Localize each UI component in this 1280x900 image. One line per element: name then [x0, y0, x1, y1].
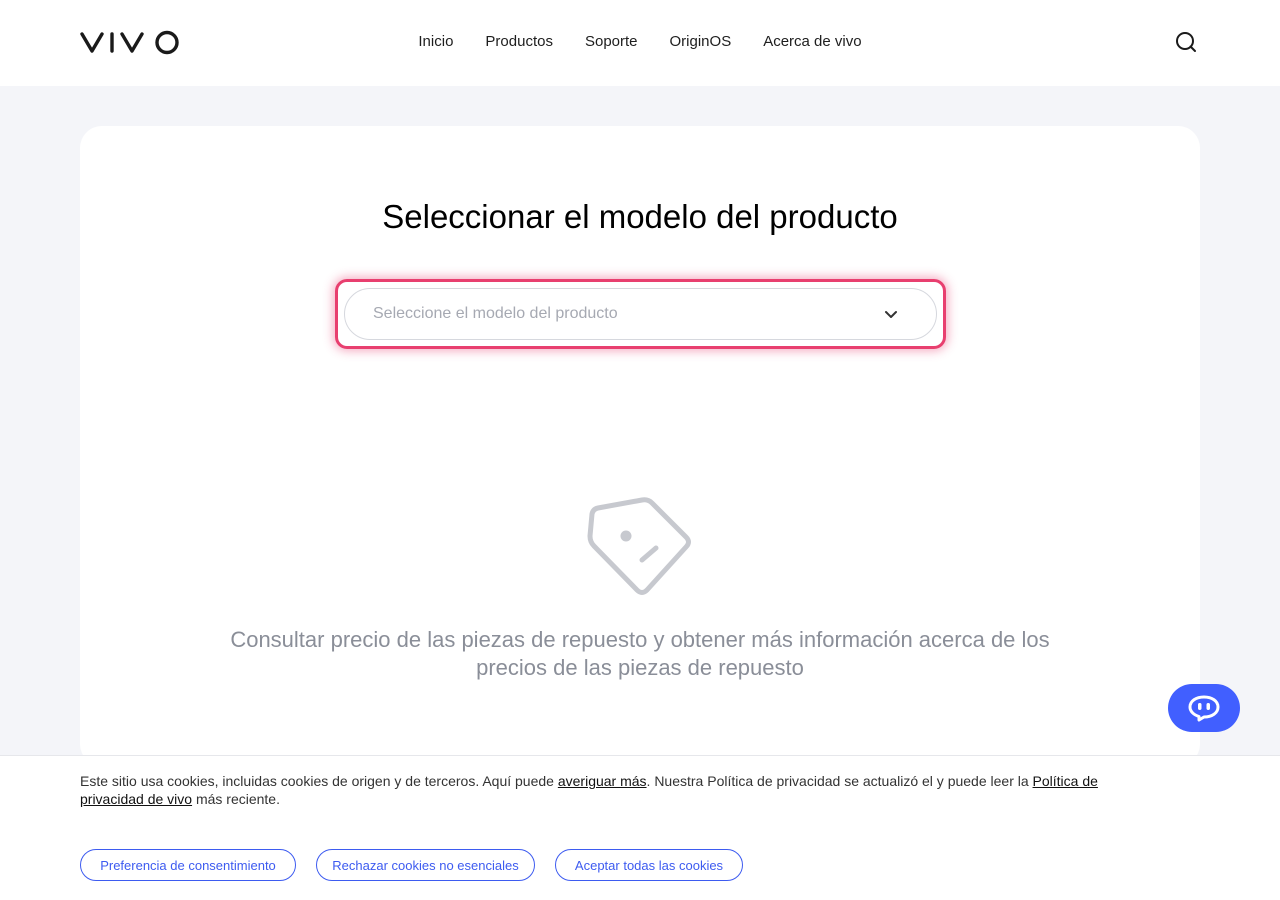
empty-text-line-2: precios de las piezas de repuesto	[476, 655, 804, 680]
cookie-message: Este sitio usa cookies, incluidas cookie…	[80, 772, 1140, 808]
page-title: Seleccionar el modelo del producto	[382, 198, 898, 235]
cookie-text-part-2: . Nuestra Política de privacidad se actu…	[646, 773, 1033, 789]
chat-assistant-button[interactable]	[1168, 684, 1240, 732]
nav-productos[interactable]: Productos	[485, 33, 553, 50]
nav-soporte[interactable]: Soporte	[585, 33, 638, 50]
consent-preferences-button[interactable]: Preferencia de consentimiento	[80, 849, 296, 881]
empty-state-text: Consultar precio de las piezas de repues…	[180, 626, 1100, 682]
product-select-card: Seleccionar el modelo del producto Selec…	[80, 126, 1200, 766]
select-placeholder: Seleccione el modelo del producto	[373, 305, 618, 322]
accept-cookies-button[interactable]: Aceptar todas las cookies	[555, 849, 743, 881]
learn-more-link[interactable]: averiguar más	[558, 773, 647, 789]
nav-originos[interactable]: OriginOS	[670, 33, 732, 50]
cookie-text-part-3: más reciente.	[192, 791, 280, 807]
site-header: Inicio Productos Soporte OriginOS Acerca…	[0, 0, 1280, 86]
nav-inicio[interactable]: Inicio	[418, 33, 453, 50]
chat-bot-icon	[1188, 695, 1220, 722]
nav-acerca-de-vivo[interactable]: Acerca de vivo	[763, 33, 861, 50]
reject-cookies-button[interactable]: Rechazar cookies no esenciales	[316, 849, 535, 881]
search-icon	[1176, 32, 1196, 52]
cookie-banner: Este sitio usa cookies, incluidas cookie…	[0, 755, 1280, 900]
empty-text-line-1: Consultar precio de las piezas de repues…	[230, 627, 1050, 652]
chevron-down-icon	[885, 311, 897, 318]
price-tag-icon	[587, 497, 691, 595]
search-button[interactable]	[1174, 30, 1198, 54]
main-nav: Inicio Productos Soporte OriginOS Acerca…	[0, 0, 1280, 82]
product-model-select[interactable]: Seleccione el modelo del producto	[344, 288, 937, 340]
cookie-text-part-1: Este sitio usa cookies, incluidas cookie…	[80, 773, 558, 789]
